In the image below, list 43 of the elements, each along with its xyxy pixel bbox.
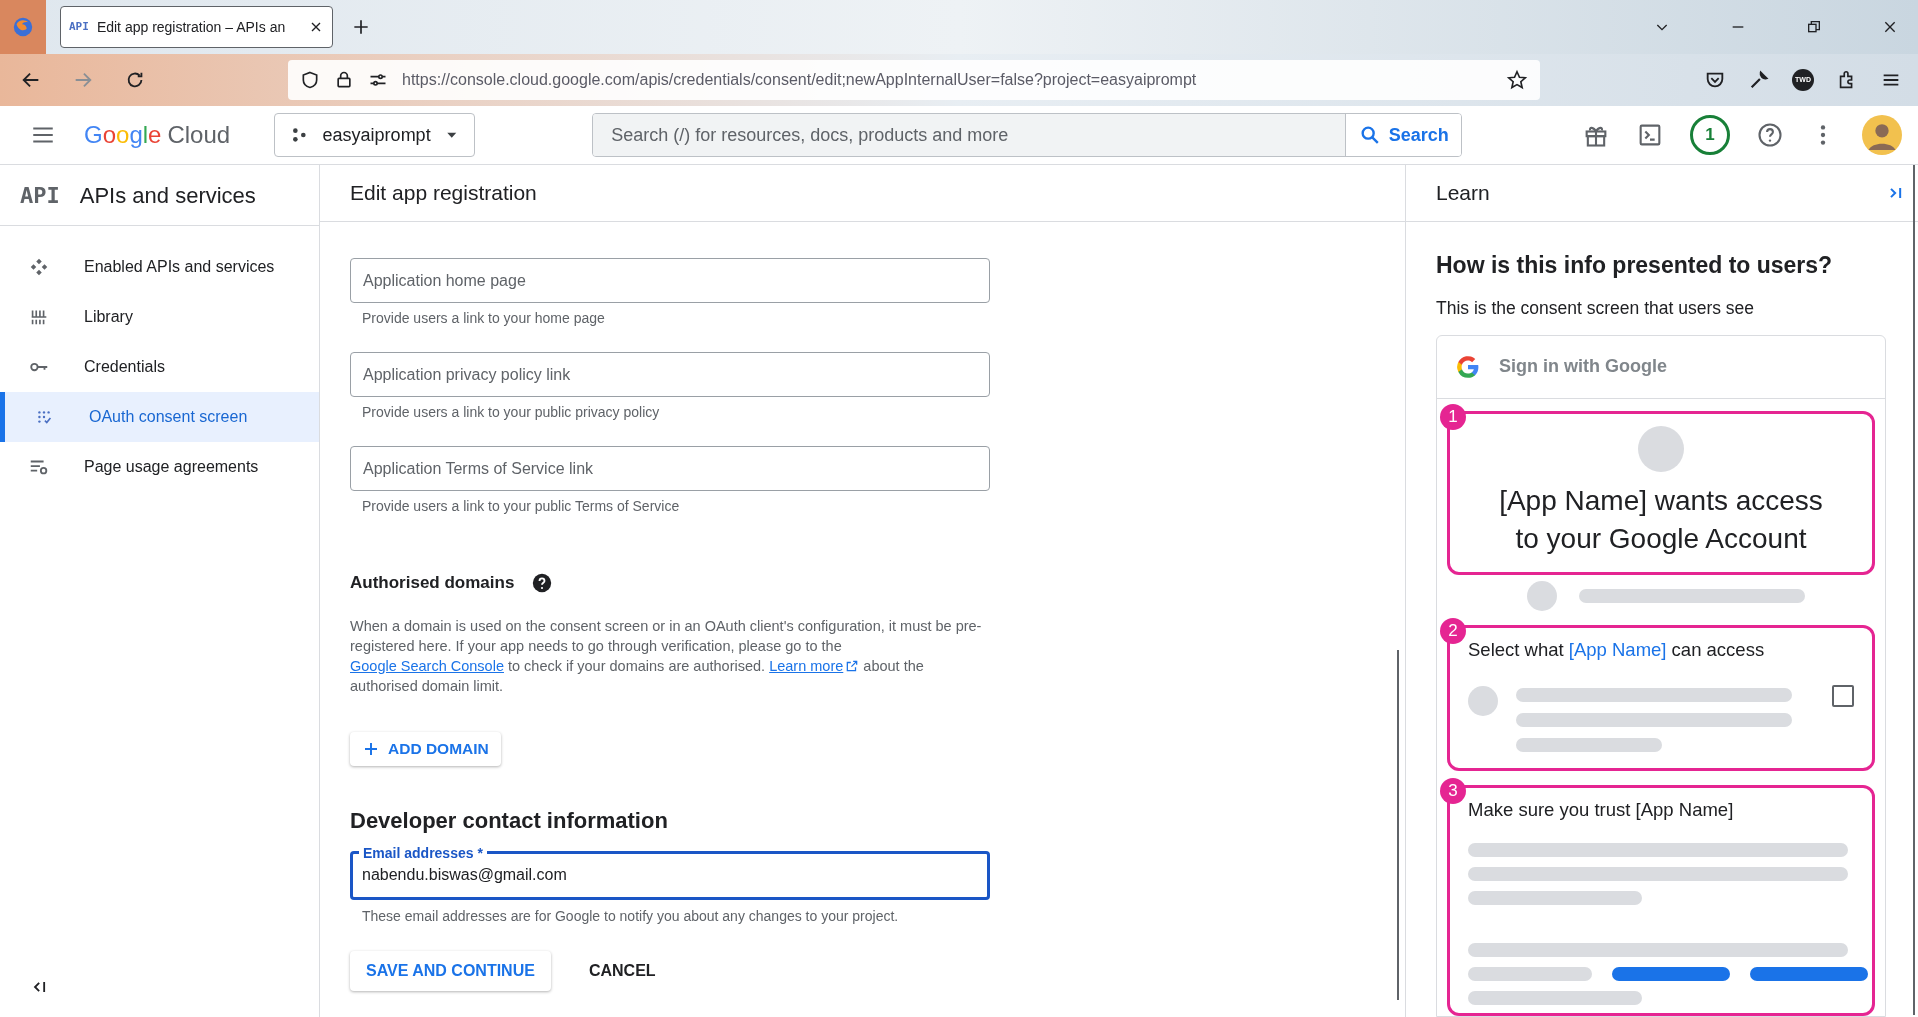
email-input[interactable]: nabendu.biswas@gmail.com bbox=[359, 860, 981, 889]
learn-subtext: This is the consent screen that users see bbox=[1436, 296, 1756, 320]
step-number-badge: 1 bbox=[1440, 403, 1466, 430]
save-button[interactable]: SAVE AND CONTINUE bbox=[350, 950, 551, 991]
google-cloud-logo[interactable]: Google Cloud bbox=[84, 117, 231, 153]
section-heading: Authorised domains bbox=[350, 572, 515, 594]
scope-title: Select what [App Name] can access bbox=[1468, 637, 1765, 662]
sidebar-item[interactable]: Page usage agreements bbox=[0, 442, 319, 492]
browser-tab[interactable]: API Edit app registration – APIs an bbox=[60, 6, 333, 48]
sidebar-item[interactable]: Library bbox=[0, 292, 319, 342]
url-text: https://console.cloud.google.com/apis/credentials/consent/edit;newAppInternalUser=false?project=easyaiprompt bbox=[402, 70, 1198, 90]
helper-text: These email addresses are for Google to notify you about any changes to your project. bbox=[361, 906, 900, 926]
helper-text: Provide users a link to your public privacy policy bbox=[361, 403, 661, 422]
cancel-button[interactable]: CANCEL bbox=[580, 950, 664, 991]
panel-title: Learn bbox=[1436, 180, 1490, 207]
step-number-badge: 2 bbox=[1440, 617, 1466, 644]
helper-text: Provide users a link to your public Terms of Service bbox=[361, 497, 681, 516]
email-field[interactable]: Email addresses * nabendu.biswas@gmail.com bbox=[350, 844, 990, 900]
consent-title: [App Name] wants access to your Google Account bbox=[1498, 483, 1824, 556]
address-bar[interactable]: https://console.cloud.google.com/apis/credentials/consent/edit;newAppInternalUser=false?project=easyaiprompt bbox=[288, 60, 1540, 100]
step-number-badge: 3 bbox=[1440, 777, 1466, 804]
section-heading: Developer contact information bbox=[350, 806, 669, 835]
project-selector[interactable]: easyaiprompt bbox=[274, 113, 476, 157]
tab-favicon: API bbox=[69, 18, 89, 35]
trust-title: Make sure you trust [App Name] bbox=[1468, 797, 1734, 822]
text-link[interactable]: Learn more bbox=[769, 655, 860, 676]
description-text: When a domain is used on the consent screen or in an OAuth client's configuration, it must be pre-registered here. If your app needs to go through verification, please go to the Google Search Console to check if your domains are authorised. Learn more about the authorised domain limit. bbox=[350, 616, 983, 696]
text-field[interactable]: Application Terms of Service link bbox=[350, 446, 990, 491]
text-field[interactable]: Application privacy policy link bbox=[350, 352, 990, 397]
add-domain-button[interactable]: ADD DOMAIN bbox=[350, 731, 501, 766]
text-link[interactable]: Google Search Console bbox=[350, 655, 504, 676]
signin-title: Sign in with Google bbox=[1499, 355, 1667, 379]
notifications-button[interactable]: 1 bbox=[1690, 115, 1730, 155]
sidebar-title: APIs and services bbox=[79, 181, 256, 210]
text-field[interactable]: Application home page bbox=[350, 258, 990, 303]
tab-title: Edit app registration – APIs an bbox=[96, 17, 287, 37]
sidebar-item[interactable]: Credentials bbox=[0, 342, 319, 392]
sidebar-item[interactable]: OAuth consent screen bbox=[0, 392, 319, 442]
helper-text: Provide users a link to your home page bbox=[361, 309, 606, 328]
page-title: Edit app registration bbox=[350, 180, 537, 207]
sidebar-item[interactable]: Enabled APIs and services bbox=[0, 242, 319, 292]
learn-heading: How is this info presented to users? bbox=[1436, 251, 1834, 280]
api-logo: API bbox=[20, 181, 60, 210]
